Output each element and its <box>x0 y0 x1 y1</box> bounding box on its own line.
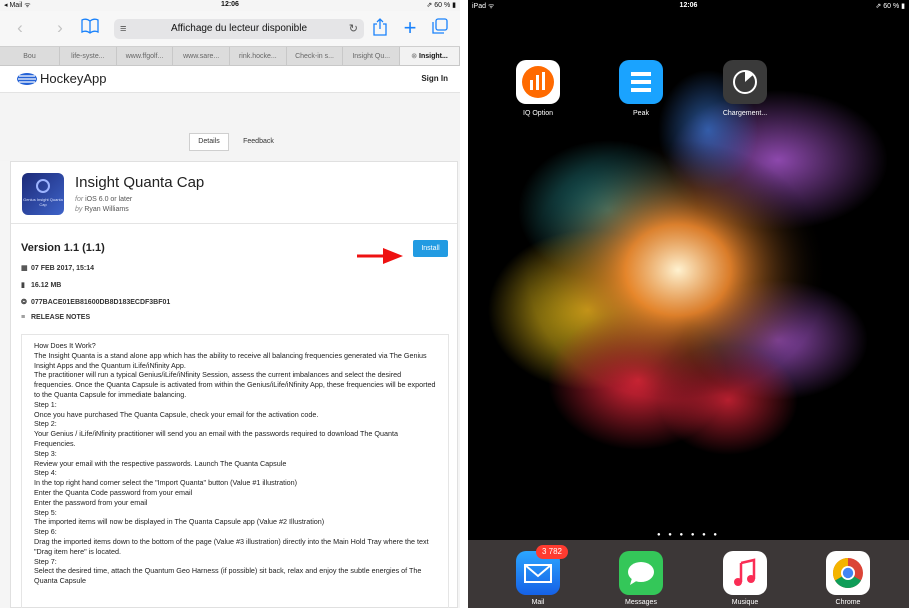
new-tab-icon[interactable]: + <box>400 17 420 39</box>
app-card: Genius Insight Quanta Cap Insight Quanta… <box>10 161 458 608</box>
tab-item[interactable]: Bou <box>0 47 60 65</box>
status-battery: ⇗ 60 % ▮ <box>426 2 456 9</box>
calendar-icon: ▦ <box>21 265 28 272</box>
ipad-time: 12:06 <box>679 2 698 9</box>
share-icon[interactable] <box>370 18 390 38</box>
release-date: ▦ 07 FEB 2017, 15:14 <box>21 265 95 272</box>
notes-line: Select the desired time, attach the Quan… <box>34 566 422 586</box>
reader-icon[interactable]: ≡ <box>120 19 126 39</box>
hockeyapp-logo-icon <box>17 73 37 85</box>
segment-area: Details Feedback <box>0 93 460 161</box>
tab-item-active[interactable]: ⊗ Insight... <box>400 47 460 65</box>
loading-app-icon[interactable] <box>723 60 767 104</box>
notes-line: Drag the imported items down to the bott… <box>34 536 429 556</box>
notes-line: Step 6: <box>34 527 57 537</box>
notes-line: The Insight Quanta is a stand alone app … <box>34 350 427 370</box>
notes-line: Enter the password from your email <box>34 497 148 507</box>
tab-item[interactable]: rink.hocke... <box>230 47 287 65</box>
loading-app-label: Chargement... <box>722 110 768 117</box>
forward-icon[interactable]: › <box>50 18 70 38</box>
bookmarks-icon[interactable] <box>80 18 100 38</box>
tab-item[interactable]: life-syste... <box>60 47 117 65</box>
mail-badge: 3 782 <box>536 545 568 559</box>
notes-line: Step 1: <box>34 399 57 409</box>
notes-line: The practitioner will run a typical Geni… <box>34 370 436 399</box>
ipad-battery: ⇗ 60 % ▮ <box>875 3 905 10</box>
iq-option-label: IQ Option <box>523 110 553 117</box>
peak-label: Peak <box>633 110 649 117</box>
notes-line: Step 5: <box>34 507 57 517</box>
notes-line: In the top right hand corner select the … <box>34 478 298 488</box>
app-platform: for iOS 6.0 or later <box>75 196 133 203</box>
mail-label: Mail <box>531 599 545 606</box>
page-dots[interactable]: ● ● ● ● ● ● <box>468 532 909 538</box>
chrome-icon[interactable] <box>826 551 870 595</box>
release-notes: How Does It Work? The Insight Quanta is … <box>21 334 449 608</box>
tab-feedback[interactable]: Feedback <box>236 133 281 151</box>
close-tab-icon[interactable]: ⊗ <box>411 53 419 60</box>
ipad-home-screen: iPad ᯤ 12:06 ⇗ 60 % ▮ IQ Option Peak Cha… <box>468 0 909 608</box>
app-icon-ring <box>36 179 50 193</box>
file-size: ▮ 16.12 MB <box>21 282 62 289</box>
address-text: Affichage du lecteur disponible <box>170 23 308 34</box>
build-hash: ❂ 077BACE01EB81600DB8D183ECDF3BF01 <box>21 299 171 306</box>
list-icon: ≡ <box>21 314 26 321</box>
reload-icon[interactable]: ↻ <box>349 19 358 39</box>
ipad-status-bar: iPad ᯤ 12:06 ⇗ 60 % ▮ <box>468 0 909 12</box>
status-bar: ◂ Mail ᯤ 12:06 ⇗ 60 % ▮ <box>0 0 460 11</box>
tab-item[interactable]: Insight Qu... <box>343 47 401 65</box>
red-arrow-icon <box>357 248 403 264</box>
install-button[interactable]: Install <box>413 240 448 257</box>
divider <box>460 0 468 608</box>
brand-name: HockeyApp <box>40 71 107 86</box>
app-icon: Genius Insight Quanta Cap <box>22 173 64 215</box>
back-icon[interactable]: ‹ <box>10 18 30 38</box>
sign-in-link[interactable]: Sign In <box>421 74 448 83</box>
status-time: 12:06 <box>221 1 239 8</box>
notes-line: Step 4: <box>34 468 57 478</box>
tabs-icon[interactable] <box>430 18 450 38</box>
tab-details[interactable]: Details <box>189 133 229 151</box>
tab-item[interactable]: www.ffgolf... <box>117 47 174 65</box>
app-title: Insight Quanta Cap <box>75 174 205 191</box>
address-bar[interactable]: ≡ Affichage du lecteur disponible ↻ <box>114 19 364 39</box>
file-icon: ▮ <box>21 282 25 289</box>
fingerprint-icon: ❂ <box>21 299 27 306</box>
app-header: Genius Insight Quanta Cap Insight Quanta… <box>11 162 457 224</box>
notes-line: Step 3: <box>34 448 57 458</box>
app-icon-text: Genius Insight Quanta Cap <box>23 197 63 207</box>
safari-screenshot: ◂ Mail ᯤ 12:06 ⇗ 60 % ▮ ‹ › ≡ Affichage … <box>0 0 460 608</box>
notes-line: How Does It Work? <box>34 341 96 350</box>
notes-line: The imported items will now be displayed… <box>34 517 325 527</box>
notes-line: Enter the Quanta Code password from your… <box>34 487 193 497</box>
notes-line: Your Genius / iLife/iNfinity practitione… <box>34 429 398 448</box>
tab-bar: Bou life-syste... www.ffgolf... www.sare… <box>0 46 460 66</box>
tab-item[interactable]: www.sare... <box>173 47 231 65</box>
iq-option-icon[interactable] <box>516 60 560 104</box>
music-label: Musique <box>731 599 759 606</box>
tab-item[interactable]: Check-in s... <box>287 47 344 65</box>
notes-line: Review your email with the respective pa… <box>34 458 287 468</box>
peak-icon[interactable] <box>619 60 663 104</box>
app-author: by Ryan Williams <box>75 206 129 213</box>
version-heading: Version 1.1 (1.1) <box>21 242 105 254</box>
messages-icon[interactable] <box>619 551 663 595</box>
dock: 3 782 Mail Messages Musique Chrome <box>468 540 909 608</box>
music-icon[interactable] <box>723 551 767 595</box>
notes-line: Step 7: <box>34 556 57 566</box>
notes-line: Step 2: <box>34 419 57 429</box>
release-notes-heading: ≡ RELEASE NOTES <box>21 314 91 321</box>
chrome-label: Chrome <box>835 599 861 606</box>
hockeyapp-header: HockeyApp Sign In <box>0 66 460 93</box>
safari-toolbar: ‹ › ≡ Affichage du lecteur disponible ↻ … <box>0 11 460 46</box>
messages-label: Messages <box>625 599 657 606</box>
notes-line: Once you have purchased The Quanta Capsu… <box>34 409 319 419</box>
